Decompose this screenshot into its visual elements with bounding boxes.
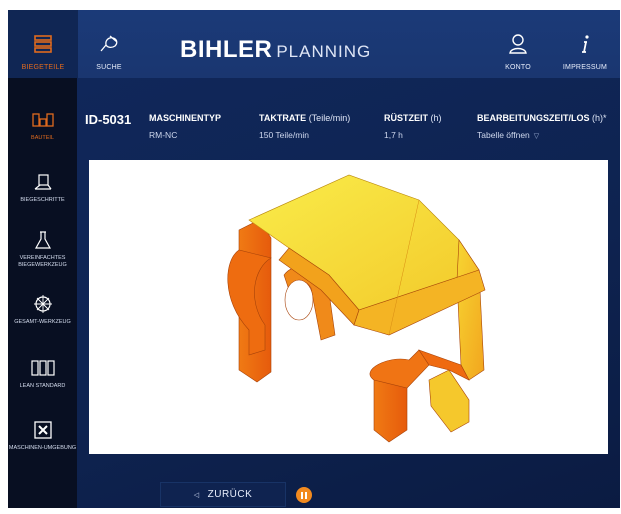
back-button-label: ZURÜCK (207, 489, 253, 500)
pause-button[interactable] (296, 487, 312, 503)
back-button[interactable]: ◁ ZURÜCK (160, 482, 286, 507)
machine-environment-icon (8, 418, 77, 442)
chevron-down-icon: ▽ (533, 133, 540, 140)
brand-light: PLANNING (276, 42, 372, 61)
sidebar: BAUTEIL BIEGESCHRITTE VEREINFACHTES BIEG… (8, 78, 77, 508)
bending-parts-icon (8, 32, 78, 56)
machine-type-value: RM-NC (149, 130, 178, 140)
user-icon (483, 32, 553, 56)
lean-standard-icon (8, 356, 77, 380)
setup-time-value: 1,7 h (384, 130, 403, 140)
processing-time-value: Tabelle öffnen (477, 130, 530, 140)
search-icon (74, 32, 144, 56)
setup-time-unit: (h) (430, 113, 442, 123)
brand-bold: BIHLER (180, 36, 273, 63)
sidebar-item-label: BAUTEIL (31, 135, 54, 141)
nav-impressum[interactable]: IMPRESSUM (550, 10, 620, 78)
sidebar-item-label: LEAN STANDARD (19, 383, 66, 389)
sidebar-item-maschinen-umgebung[interactable]: MASCHINEN-UMGEBUNG (8, 418, 77, 452)
setup-time-field: RÜSTZEIT (h) 1,7 h (384, 113, 442, 140)
nav-suche[interactable]: SUCHE (74, 10, 144, 78)
nav-label: BIEGETEILE (21, 64, 65, 71)
nav-label: KONTO (505, 64, 531, 71)
triangle-left-icon: ◁ (193, 491, 200, 499)
sidebar-item-label: BIEGESCHRITTE (20, 197, 65, 203)
processing-time-field: BEARBEITUNGSZEIT/LOS (h)* Tabelle öffnen… (477, 113, 607, 140)
nav-biegeteile[interactable]: BIEGETEILE (8, 10, 78, 78)
total-tool-icon (8, 292, 77, 316)
sidebar-item-label: MASCHINEN-UMGEBUNG (8, 445, 77, 451)
cycle-rate-field: TAKTRATE (Teile/min) 150 Teile/min (259, 113, 350, 140)
machine-type-field: MASCHINENTYP RM-NC (149, 113, 221, 140)
flask-icon (8, 228, 77, 252)
sidebar-item-label: GESAMT-WERKZEUG (14, 319, 71, 325)
processing-time-unit: (h)* (592, 113, 607, 123)
brand-logo: BIHLER PLANNING (180, 36, 371, 64)
sidebar-item-lean-standard[interactable]: LEAN STANDARD (8, 356, 77, 390)
app-window: BIEGETEILE SUCHE BIHLER PLANNING KONTO IM… (8, 10, 620, 508)
sidebar-item-vereinfachtes-biegewerkzeug[interactable]: VEREINFACHTES BIEGEWERKZEUG (8, 228, 77, 269)
cycle-rate-title: TAKTRATE (259, 113, 307, 123)
component-icon (8, 108, 77, 132)
bent-part-model (227, 174, 486, 443)
cycle-rate-value: 150 Teile/min (259, 130, 309, 140)
sidebar-item-biegeschritte[interactable]: BIEGESCHRITTE (8, 170, 77, 204)
sidebar-item-gesamt-werkzeug[interactable]: GESAMT-WERKZEUG (8, 292, 77, 326)
nav-konto[interactable]: KONTO (483, 10, 553, 78)
setup-time-title: RÜSTZEIT (384, 113, 428, 123)
nav-label: IMPRESSUM (562, 64, 608, 71)
pause-icon (300, 491, 308, 499)
sidebar-item-label: VEREINFACHTES BIEGEWERKZEUG (18, 255, 67, 268)
cycle-rate-unit: (Teile/min) (308, 113, 351, 123)
3d-part-viewer[interactable] (89, 160, 608, 454)
processing-time-title: BEARBEITUNGSZEIT/LOS (477, 113, 590, 123)
machine-type-title: MASCHINENTYP (149, 113, 222, 123)
info-icon (550, 32, 620, 56)
main-content: ID-5031 MASCHINENTYP RM-NC TAKTRATE (Tei… (77, 78, 620, 508)
part-header: ID-5031 MASCHINENTYP RM-NC TAKTRATE (Tei… (77, 78, 620, 150)
sidebar-item-bauteil[interactable]: BAUTEIL (8, 108, 77, 142)
nav-label: SUCHE (96, 64, 122, 71)
top-bar: BIEGETEILE SUCHE BIHLER PLANNING KONTO IM… (8, 10, 620, 78)
processing-time-dropdown[interactable]: Tabelle öffnen ▽ (477, 130, 607, 140)
bending-steps-icon (8, 170, 77, 194)
part-id: ID-5031 (85, 112, 132, 127)
